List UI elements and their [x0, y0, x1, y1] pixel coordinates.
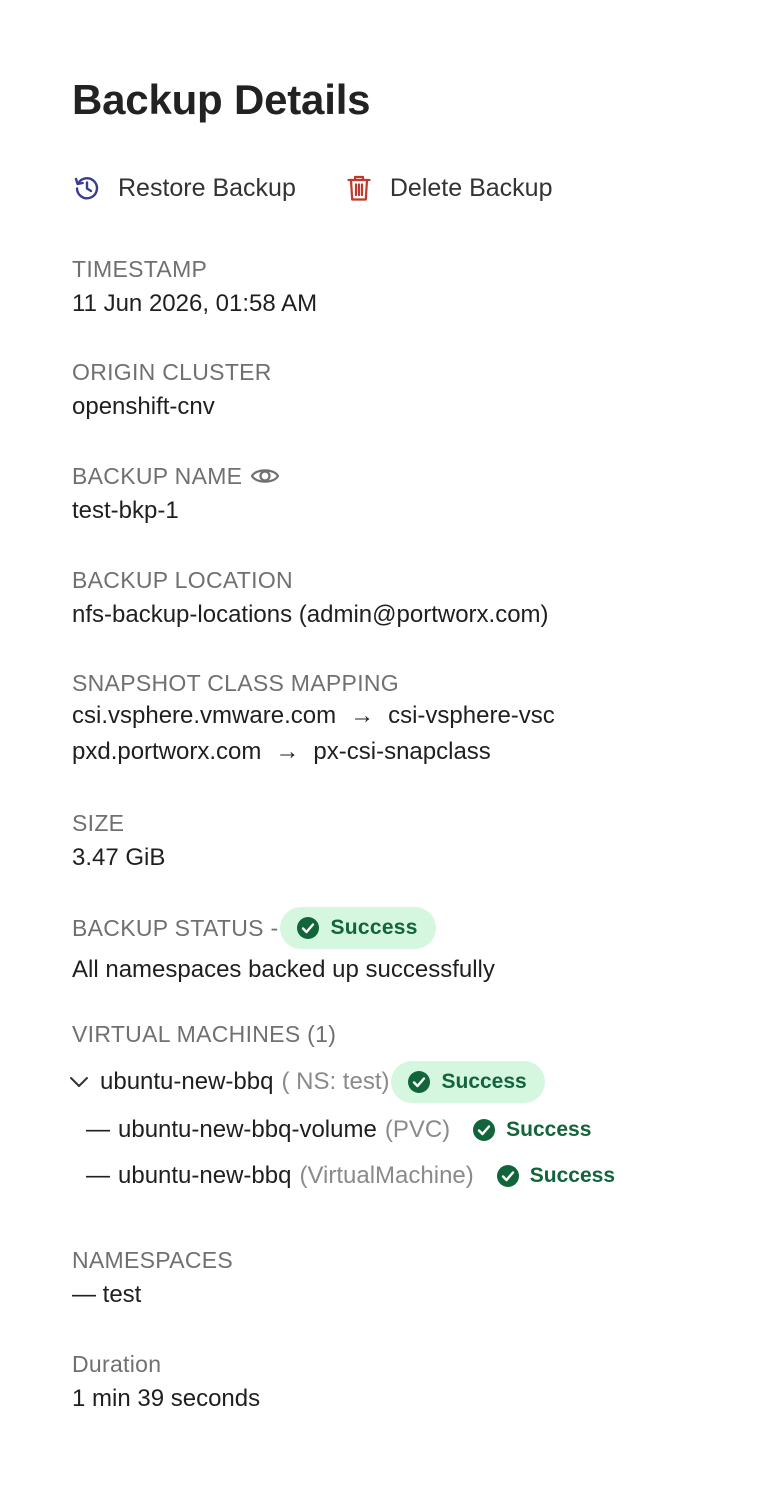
backup-status-label-row: BACKUP STATUS - Success: [72, 907, 495, 949]
backup-name-value: test-bkp-1: [72, 497, 179, 524]
status-badge: Success: [280, 907, 436, 949]
snapshot-mapping-to: px-csi-snapclass: [313, 738, 491, 765]
vm-resource-row: — ubuntu-new-bbq-volume (PVC) Success: [86, 1112, 591, 1148]
size-label: SIZE: [72, 810, 125, 836]
status-badge-label: Success: [330, 916, 418, 939]
resource-dash: —: [86, 1116, 110, 1143]
check-circle-icon: [296, 916, 320, 940]
backup-status-message: All namespaces backed up successfully: [72, 956, 495, 983]
backup-location-value: nfs-backup-locations (admin@portworx.com…: [72, 601, 549, 628]
backup-status-label: BACKUP STATUS -: [72, 915, 279, 941]
namespaces-value: — test: [72, 1281, 142, 1308]
timestamp-value: 11 Jun 2026, 01:58 AM: [72, 290, 318, 317]
resource-kind: (VirtualMachine): [299, 1162, 474, 1189]
snapshot-class-mapping-field: SNAPSHOT CLASS MAPPING csi.vsphere.vmwar…: [72, 668, 555, 770]
resource-name: ubuntu-new-bbq-volume: [118, 1116, 377, 1143]
eye-icon[interactable]: [250, 465, 280, 487]
snapshot-mapping-row: csi.vsphere.vmware.com → csi-vsphere-vsc: [72, 698, 555, 734]
backup-status-field: BACKUP STATUS - Success All namespaces b…: [72, 907, 495, 988]
virtual-machines-label: VIRTUAL MACHINES (1): [72, 1021, 337, 1047]
vm-name: ubuntu-new-bbq: [100, 1068, 274, 1095]
virtual-machines-field: VIRTUAL MACHINES (1): [72, 1019, 336, 1049]
resource-name: ubuntu-new-bbq: [118, 1162, 292, 1189]
snapshot-class-mapping-label: SNAPSHOT CLASS MAPPING: [72, 670, 399, 696]
action-bar: Restore Backup Delete Backup: [72, 168, 552, 208]
resource-status-label: Success: [506, 1118, 592, 1141]
resource-status: Success: [496, 1164, 615, 1188]
check-circle-icon: [472, 1118, 496, 1142]
backup-location-label: BACKUP LOCATION: [72, 567, 293, 593]
check-circle-icon: [407, 1070, 431, 1094]
timestamp-label: TIMESTAMP: [72, 256, 208, 282]
resource-status: Success: [472, 1118, 591, 1142]
backup-details-panel: Backup Details Restore Backup Delete Bac…: [0, 0, 772, 1488]
chevron-down-icon[interactable]: [68, 1075, 90, 1089]
vm-resource-row: — ubuntu-new-bbq (VirtualMachine) Succes…: [86, 1158, 615, 1194]
restore-backup-button[interactable]: Restore Backup: [72, 173, 296, 203]
check-circle-icon: [496, 1164, 520, 1188]
origin-cluster-label: ORIGIN CLUSTER: [72, 359, 272, 385]
resource-kind: (PVC): [384, 1116, 451, 1143]
snapshot-mapping-from: pxd.portworx.com: [72, 738, 262, 765]
vm-namespace: ( NS: test): [281, 1068, 390, 1095]
snapshot-mapping-from: csi.vsphere.vmware.com: [72, 702, 337, 729]
status-badge: Success: [391, 1061, 545, 1103]
backup-name-field: BACKUP NAME test-bkp-1: [72, 461, 280, 529]
delete-backup-label: Delete Backup: [389, 173, 553, 202]
history-icon: [72, 173, 102, 203]
size-value: 3.47 GiB: [72, 844, 166, 871]
namespaces-label: NAMESPACES: [72, 1247, 234, 1273]
resource-dash: —: [86, 1162, 110, 1189]
trash-icon: [344, 173, 374, 203]
timestamp-field: TIMESTAMP 11 Jun 2026, 01:58 AM: [72, 254, 317, 322]
delete-backup-button[interactable]: Delete Backup: [344, 173, 553, 203]
snapshot-mapping-row: pxd.portworx.com → px-csi-snapclass: [72, 734, 555, 770]
size-field: SIZE 3.47 GiB: [72, 808, 165, 876]
backup-location-field: BACKUP LOCATION nfs-backup-locations (ad…: [72, 565, 549, 633]
duration-field: Duration 1 min 39 seconds: [72, 1349, 260, 1417]
arrow-icon: →: [275, 738, 300, 765]
origin-cluster-field: ORIGIN CLUSTER openshift-cnv: [72, 357, 272, 425]
vm-tree-row[interactable]: ubuntu-new-bbq ( NS: test) Success: [68, 1061, 545, 1103]
arrow-icon: →: [350, 702, 375, 729]
duration-label: Duration: [72, 1351, 162, 1377]
snapshot-mapping-to: csi-vsphere-vsc: [388, 702, 555, 729]
origin-cluster-value: openshift-cnv: [72, 393, 215, 420]
resource-status-label: Success: [529, 1164, 615, 1187]
backup-name-label: BACKUP NAME: [72, 463, 243, 489]
backup-name-label-row: BACKUP NAME: [72, 461, 280, 491]
duration-value: 1 min 39 seconds: [72, 1385, 261, 1412]
status-badge-label: Success: [441, 1070, 527, 1093]
restore-backup-label: Restore Backup: [118, 173, 296, 202]
page-title: Backup Details: [72, 76, 371, 123]
namespaces-field: NAMESPACES — test: [72, 1245, 233, 1313]
